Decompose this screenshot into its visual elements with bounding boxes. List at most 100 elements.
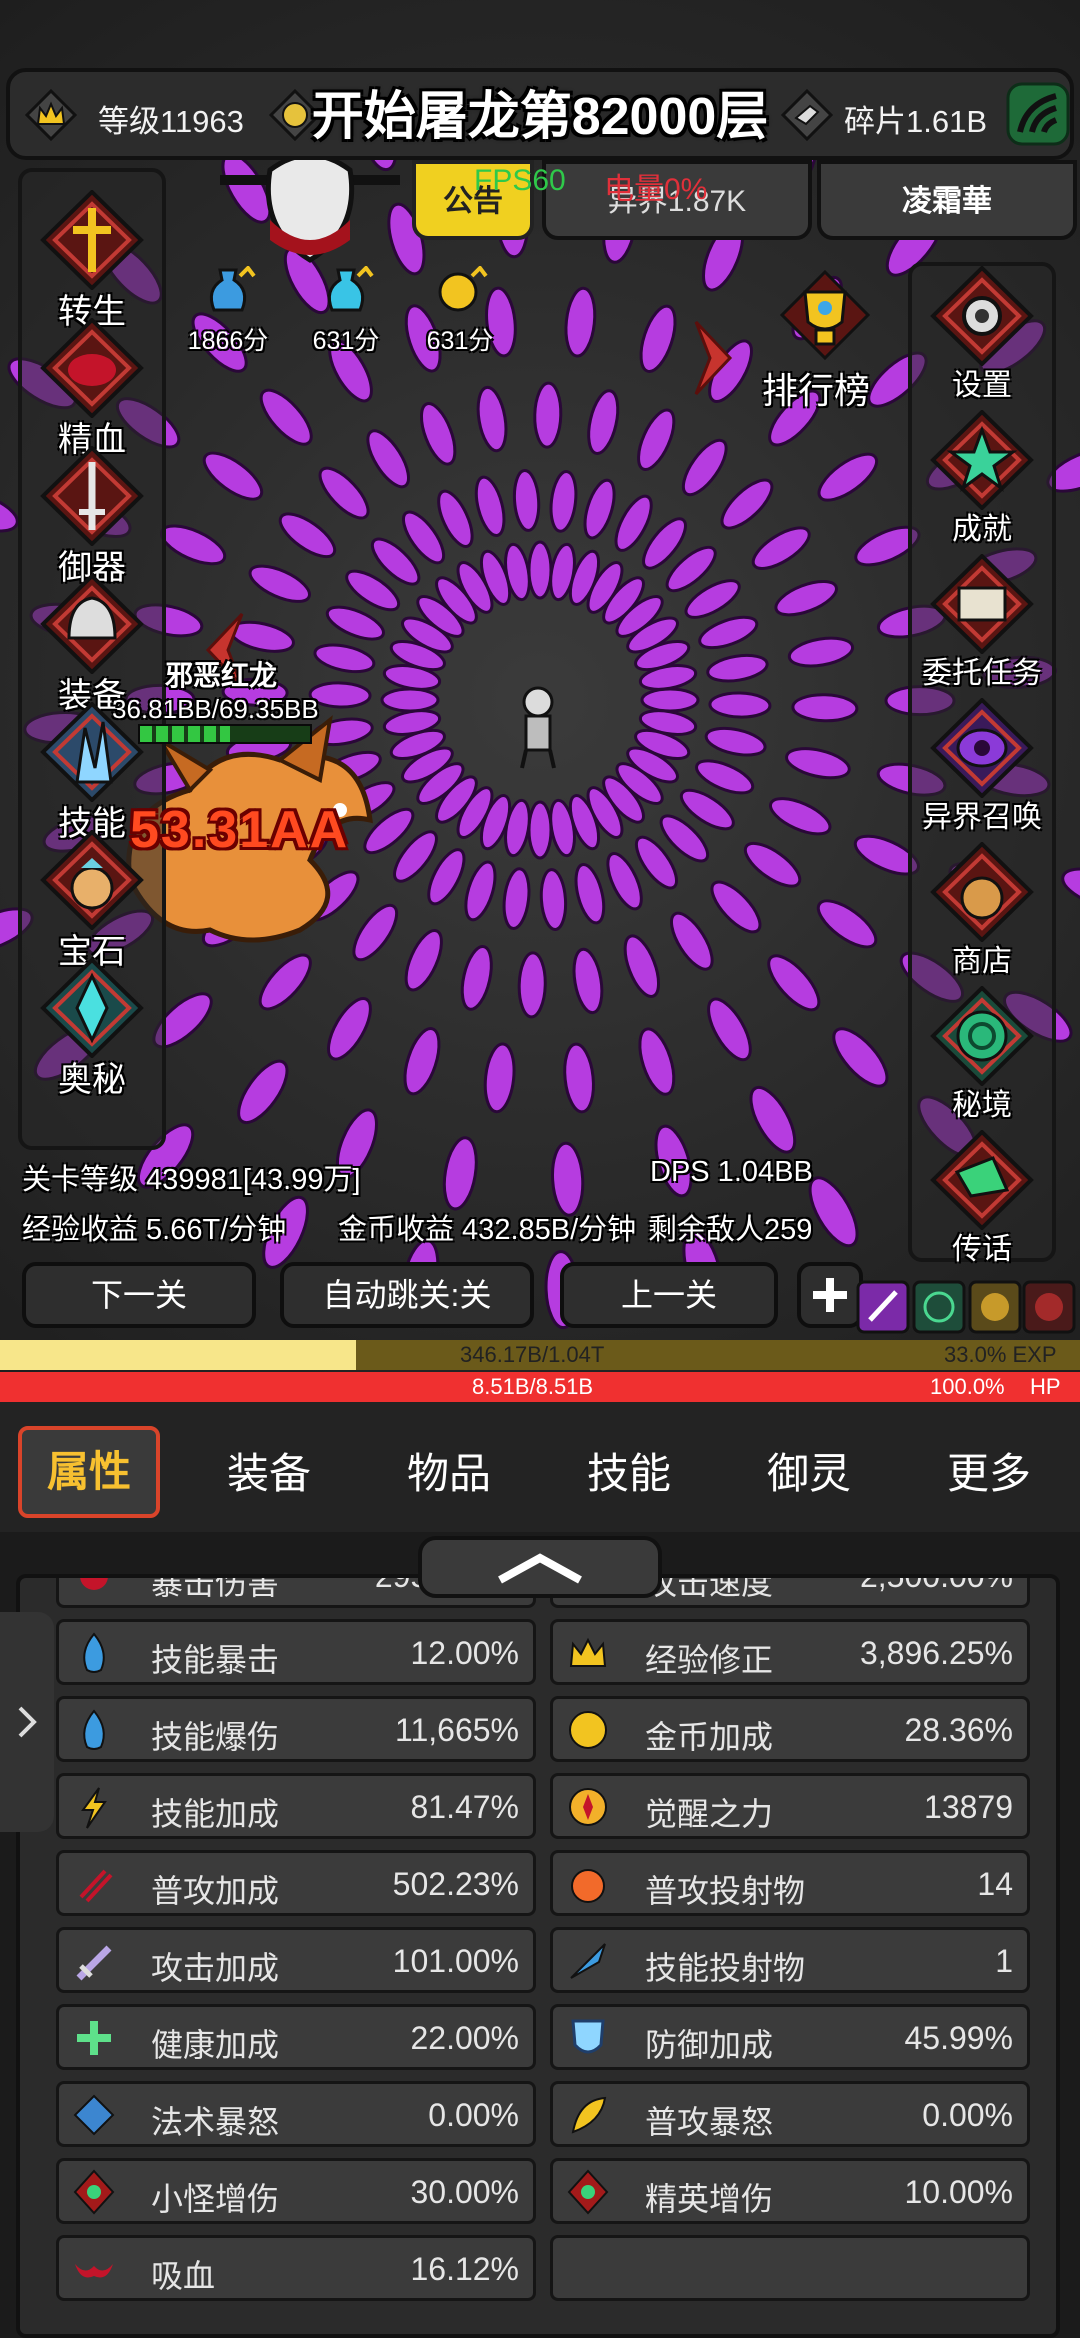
attribute-value: 22.00% bbox=[410, 2020, 519, 2056]
attribute-cell[interactable]: 防御加成 45.99% bbox=[550, 2004, 1030, 2070]
attribute-name: 技能暴击 bbox=[151, 1642, 280, 1678]
menu-scroll[interactable]: 委托任务 bbox=[922, 554, 1042, 692]
attribute-cell[interactable]: 技能暴击 12.00% bbox=[56, 1619, 536, 1685]
energy-petal bbox=[1061, 867, 1080, 910]
buff-exp-potion[interactable]: 1866分 bbox=[178, 264, 278, 357]
awaken-sun-icon bbox=[569, 1788, 607, 1826]
attribute-cell[interactable]: 觉醒之力 13879 bbox=[550, 1773, 1030, 1839]
menu-flying-sword[interactable]: 御器 bbox=[32, 446, 152, 589]
hp-bar-label: HP bbox=[1030, 1374, 1061, 1399]
buff-skill-potion[interactable]: 631分 bbox=[296, 264, 396, 357]
trophy-icon[interactable] bbox=[770, 270, 880, 370]
attribute-panel[interactable]: 暴击伤害295,675%技能暴击12.00%技能爆伤11,665%技能加成81.… bbox=[16, 1574, 1060, 2338]
exp-income: 经验收益 5.66T/分钟 bbox=[22, 1214, 287, 1246]
energy-petal bbox=[460, 945, 493, 1011]
attribute-name: 觉醒之力 bbox=[645, 1796, 774, 1832]
empty-attribute-cell[interactable] bbox=[550, 2235, 1030, 2301]
energy-petal bbox=[404, 929, 443, 992]
attribute-cell[interactable]: 法术暴怒 0.00% bbox=[56, 2081, 536, 2147]
energy-petal bbox=[259, 388, 313, 446]
energy-petal bbox=[527, 800, 553, 860]
energy-petal bbox=[563, 1042, 595, 1114]
menu-label: 异界召唤 bbox=[922, 801, 1042, 834]
energy-petal bbox=[583, 478, 616, 540]
scroll-right-chevron-icon[interactable] bbox=[690, 318, 740, 398]
green-rune-skill-icon bbox=[912, 1280, 966, 1334]
attribute-cell[interactable]: 小怪增伤 30.00% bbox=[56, 2158, 536, 2224]
scroll-icon bbox=[930, 554, 1034, 654]
energy-petal bbox=[474, 475, 506, 538]
menu-pouch[interactable]: 商店 bbox=[922, 842, 1042, 980]
attribute-cell[interactable]: 吸血 16.12% bbox=[56, 2235, 536, 2301]
skill-quickbar[interactable] bbox=[856, 1280, 1076, 1336]
rebirth-icon bbox=[40, 190, 144, 290]
hero-sprite bbox=[520, 686, 556, 769]
crit-damage-icon bbox=[80, 1578, 108, 1590]
attribute-cell[interactable]: 攻击加成 101.00% bbox=[56, 1927, 536, 1993]
level-crown-icon bbox=[24, 88, 78, 142]
potion-cyan-icon bbox=[327, 264, 374, 312]
energy-petal bbox=[774, 579, 838, 617]
side-expand-tab[interactable] bbox=[0, 1612, 54, 1832]
attribute-name: 普攻加成 bbox=[151, 1873, 280, 1909]
attribute-name: 攻击加成 bbox=[151, 1950, 280, 1986]
previous-stage-button[interactable]: 上一关 bbox=[560, 1262, 778, 1328]
username-tab[interactable]: 凌霜華 bbox=[817, 160, 1077, 240]
chevron-right-icon bbox=[18, 1706, 37, 1738]
attribute-cell[interactable]: 技能爆伤 11,665% bbox=[56, 1696, 536, 1762]
exp-bar-percent: 33.0% EXP bbox=[944, 1342, 1057, 1367]
axe-emblem-icon bbox=[220, 152, 400, 263]
attribute-cell[interactable]: 经验修正 3,896.25% bbox=[550, 1619, 1030, 1685]
tab-attributes[interactable]: 属性 bbox=[18, 1426, 160, 1518]
attribute-value: 0.00% bbox=[428, 2097, 519, 2133]
attribute-cell[interactable]: 精英增伤 10.00% bbox=[550, 2158, 1030, 2224]
gold-income: 金币收益 432.85B/分钟 bbox=[338, 1214, 637, 1246]
attribute-cell[interactable]: 金币加成 28.36% bbox=[550, 1696, 1030, 1762]
tab-more[interactable]: 更多 bbox=[914, 1440, 1064, 1501]
network-signal-icon[interactable] bbox=[1006, 82, 1070, 146]
next-stage-button[interactable]: 下一关 bbox=[22, 1262, 256, 1328]
menu-label: 秘境 bbox=[952, 1089, 1012, 1122]
energy-petal bbox=[313, 643, 376, 674]
energy-petal bbox=[698, 615, 759, 650]
menu-star[interactable]: 成就 bbox=[922, 410, 1042, 548]
menu-arcane-crystal[interactable]: 奥秘 bbox=[32, 958, 152, 1101]
add-button[interactable] bbox=[797, 1262, 863, 1328]
tab-equipment[interactable]: 装备 bbox=[194, 1440, 344, 1501]
attribute-cell[interactable]: 技能投射物 1 bbox=[550, 1927, 1030, 1993]
attribute-value: 13879 bbox=[924, 1789, 1013, 1825]
menu-blood-essence[interactable]: 精血 bbox=[32, 318, 152, 461]
tab-skills[interactable]: 技能 bbox=[554, 1440, 704, 1501]
attribute-cell[interactable]: 技能加成 81.47% bbox=[56, 1773, 536, 1839]
tab-items[interactable]: 物品 bbox=[374, 1440, 524, 1501]
leaderboard-label[interactable]: 排行榜 bbox=[762, 362, 870, 414]
menu-horn[interactable]: 传话 bbox=[922, 1130, 1042, 1268]
energy-petal bbox=[706, 653, 769, 683]
battery-indicator: 电量0% bbox=[604, 173, 708, 206]
menu-label: 委托任务 bbox=[922, 657, 1042, 690]
boss-name: 邪恶红龙 bbox=[165, 660, 278, 691]
collapse-panel-button[interactable] bbox=[418, 1536, 662, 1598]
menu-secret-realm[interactable]: 秘境 bbox=[922, 986, 1042, 1124]
menu-rebirth[interactable]: 转生 bbox=[32, 190, 152, 333]
green-emblem-icon bbox=[567, 2169, 609, 2215]
attribute-cell[interactable]: 普攻投射物 14 bbox=[550, 1850, 1030, 1916]
menu-label: 设置 bbox=[952, 369, 1012, 402]
energy-petal bbox=[549, 470, 578, 533]
auto-skip-toggle[interactable]: 自动跳关:关 bbox=[280, 1262, 534, 1328]
secret-realm-icon bbox=[930, 986, 1034, 1086]
menu-portal[interactable]: 异界召唤 bbox=[922, 698, 1042, 836]
tab-spirits[interactable]: 御灵 bbox=[734, 1440, 884, 1501]
attribute-value: 101.00% bbox=[392, 1943, 519, 1979]
buff-gold[interactable]: 631分 bbox=[410, 264, 510, 357]
attribute-cell[interactable]: 健康加成 22.00% bbox=[56, 2004, 536, 2070]
attribute-name: 经验修正 bbox=[645, 1642, 774, 1678]
menu-label: 成就 bbox=[952, 513, 1012, 546]
energy-petal bbox=[464, 860, 497, 922]
claw-slash-icon bbox=[79, 1869, 113, 1903]
attribute-cell[interactable]: 普攻加成 502.23% bbox=[56, 1850, 536, 1916]
attribute-name: 攻击速度 bbox=[645, 1574, 774, 1601]
menu-settings[interactable]: 设置 bbox=[922, 266, 1042, 404]
attribute-cell[interactable]: 普攻暴怒 0.00% bbox=[550, 2081, 1030, 2147]
buff-gold-timer: 631分 bbox=[426, 327, 494, 355]
